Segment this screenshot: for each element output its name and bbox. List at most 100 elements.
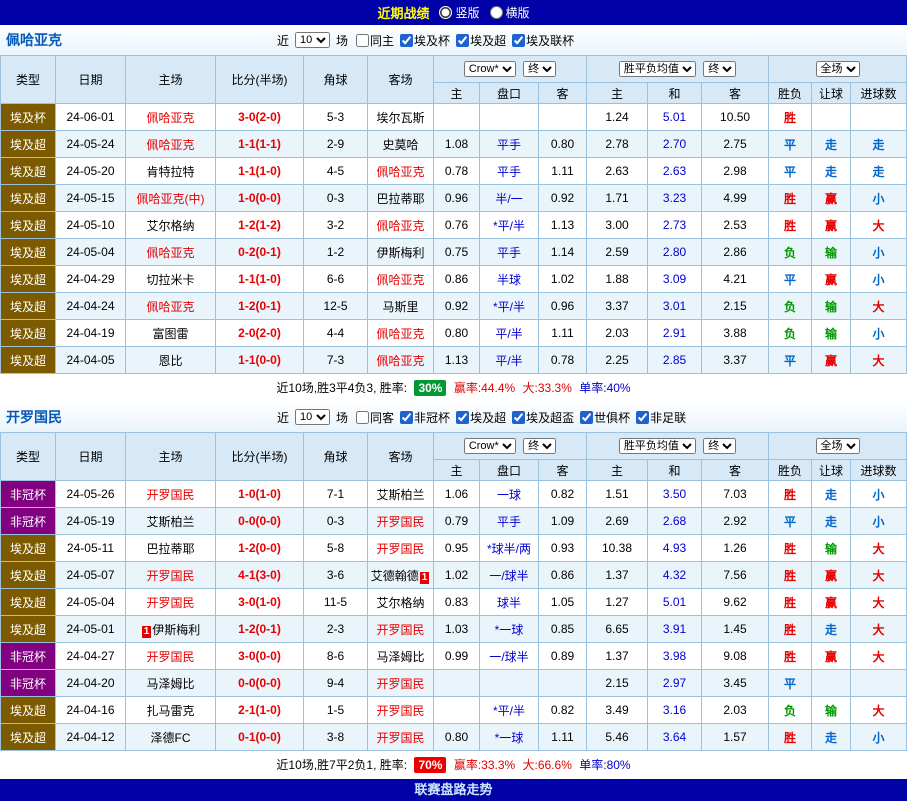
team-name[interactable]: 马斯里 bbox=[382, 300, 418, 314]
layout-option-horizontal[interactable]: 横版 bbox=[490, 4, 530, 21]
team-name[interactable]: 佩哈亚克 bbox=[146, 246, 194, 260]
scope-select[interactable]: 全场 bbox=[816, 438, 860, 454]
handicap: *球半/两 bbox=[480, 535, 539, 562]
team-name[interactable]: 富图雷 bbox=[152, 327, 188, 341]
filter-checkbox-非冠杯[interactable]: 非冠杯 bbox=[400, 409, 450, 426]
team-name[interactable]: 开罗国民 bbox=[376, 731, 424, 745]
checkbox-input[interactable] bbox=[512, 34, 525, 47]
team-name[interactable]: 艾斯柏兰 bbox=[146, 515, 194, 529]
odds-final-select[interactable]: 终 bbox=[523, 438, 556, 454]
team-name[interactable]: 史莫哈 bbox=[382, 138, 418, 152]
checkbox-input[interactable] bbox=[512, 411, 525, 424]
team-name[interactable]: 开罗国民 bbox=[376, 515, 424, 529]
bookmaker-select[interactable]: Crow* bbox=[464, 61, 516, 77]
result-outcome: 胜 bbox=[769, 562, 812, 589]
team-name[interactable]: 开罗国民 bbox=[146, 569, 194, 583]
recent-count-select[interactable]: 10 bbox=[295, 32, 330, 48]
team-name[interactable]: 泽德FC bbox=[151, 731, 191, 745]
handicap-outcome: 输 bbox=[812, 320, 851, 347]
team-name[interactable]: 伊斯梅利 bbox=[376, 246, 424, 260]
avg-away: 9.62 bbox=[702, 589, 769, 616]
team-name[interactable]: 佩哈亚克 bbox=[376, 354, 424, 368]
team-name[interactable]: 开罗国民 bbox=[376, 677, 424, 691]
avg-final-select[interactable]: 终 bbox=[703, 61, 736, 77]
checkbox-input[interactable] bbox=[580, 411, 593, 424]
team-name[interactable]: 佩哈亚克 bbox=[146, 300, 194, 314]
team-name[interactable]: 巴拉蒂耶 bbox=[376, 192, 424, 206]
avg-final-select[interactable]: 终 bbox=[703, 438, 736, 454]
sub-col-header: 进球数 bbox=[851, 460, 907, 481]
home-team: 开罗国民 bbox=[126, 589, 216, 616]
avg-select[interactable]: 胜平负均值 bbox=[619, 438, 696, 454]
odds-final-select[interactable]: 终 bbox=[523, 61, 556, 77]
match-date: 24-06-01 bbox=[56, 104, 126, 131]
avg-select[interactable]: 胜平负均值 bbox=[619, 61, 696, 77]
away-team: 佩哈亚克 bbox=[368, 266, 434, 293]
corner-score: 4-5 bbox=[304, 158, 368, 185]
team-name[interactable]: 开罗国民 bbox=[376, 704, 424, 718]
team-name[interactable]: 埃尔瓦斯 bbox=[376, 111, 424, 125]
team-name[interactable]: 马泽姆比 bbox=[376, 650, 424, 664]
recent-count-select[interactable]: 10 bbox=[295, 409, 330, 425]
team-name[interactable]: 开罗国民 bbox=[376, 623, 424, 637]
filter-checkbox-世俱杯[interactable]: 世俱杯 bbox=[580, 409, 630, 426]
checkbox-input[interactable] bbox=[356, 411, 369, 424]
checkbox-input[interactable] bbox=[356, 34, 369, 47]
team-name[interactable]: 艾德翰德 bbox=[371, 569, 419, 583]
team-name[interactable]: 佩哈亚克 bbox=[376, 327, 424, 341]
filter-checkbox-埃及超盃[interactable]: 埃及超盃 bbox=[512, 409, 574, 426]
team-name[interactable]: 开罗国民 bbox=[146, 650, 194, 664]
section-header-home-team: 佩哈亚克 近 10 场 同主埃及杯埃及超埃及联杯 bbox=[0, 25, 907, 55]
team-name[interactable]: 开罗国民 bbox=[146, 596, 194, 610]
team-name[interactable]: 艾尔格纳 bbox=[146, 219, 194, 233]
match-row: 埃及超24-05-011伊斯梅利1-2(0-1)2-3开罗国民1.03*一球0.… bbox=[1, 616, 907, 643]
home-odds: 0.78 bbox=[434, 158, 480, 185]
checkbox-input[interactable] bbox=[400, 411, 413, 424]
result-outcome: 胜 bbox=[769, 724, 812, 751]
checkbox-input[interactable] bbox=[400, 34, 413, 47]
match-type: 埃及超 bbox=[1, 697, 56, 724]
layout-option-vertical[interactable]: 竖版 bbox=[439, 4, 479, 21]
match-score: 2-0(2-0) bbox=[216, 320, 304, 347]
team-name[interactable]: 佩哈亚克 bbox=[376, 165, 424, 179]
home-team-title[interactable]: 佩哈亚克 bbox=[6, 30, 62, 50]
team-name[interactable]: 佩哈亚克 bbox=[146, 111, 194, 125]
team-name[interactable]: 恩比 bbox=[158, 354, 182, 368]
vertical-radio[interactable] bbox=[439, 6, 452, 19]
team-name[interactable]: 切拉米卡 bbox=[146, 273, 194, 287]
team-name[interactable]: 佩哈亚克 bbox=[376, 273, 424, 287]
filter-checkbox-埃及超[interactable]: 埃及超 bbox=[456, 32, 506, 49]
goals-outcome: 走 bbox=[851, 158, 907, 185]
bookmaker-select[interactable]: Crow* bbox=[464, 438, 516, 454]
team-name[interactable]: 开罗国民 bbox=[376, 542, 424, 556]
horizontal-radio[interactable] bbox=[490, 6, 503, 19]
team-name[interactable]: 佩哈亚克 bbox=[146, 138, 194, 152]
team-name[interactable]: 扎马雷克 bbox=[146, 704, 194, 718]
filter-checkbox-非足联[interactable]: 非足联 bbox=[636, 409, 686, 426]
team-name[interactable]: 巴拉蒂耶 bbox=[146, 542, 194, 556]
filter-checkbox-埃及联杯[interactable]: 埃及联杯 bbox=[512, 32, 574, 49]
checkbox-input[interactable] bbox=[456, 34, 469, 47]
result-outcome: 平 bbox=[769, 131, 812, 158]
team-name[interactable]: 艾斯柏兰 bbox=[376, 488, 424, 502]
filter-checkbox-埃及超[interactable]: 埃及超 bbox=[456, 409, 506, 426]
team-name[interactable]: 佩哈亚克(中) bbox=[137, 192, 205, 206]
filter-checkbox-同主[interactable]: 同主 bbox=[356, 32, 394, 49]
scope-select[interactable]: 全场 bbox=[816, 61, 860, 77]
team-name[interactable]: 佩哈亚克 bbox=[376, 219, 424, 233]
checkbox-input[interactable] bbox=[636, 411, 649, 424]
team-name[interactable]: 肯特拉特 bbox=[146, 165, 194, 179]
filter-checkbox-同客[interactable]: 同客 bbox=[356, 409, 394, 426]
checkbox-input[interactable] bbox=[456, 411, 469, 424]
away-team-title[interactable]: 开罗国民 bbox=[6, 407, 62, 427]
team-name[interactable]: 艾尔格纳 bbox=[376, 596, 424, 610]
col-away: 客场 bbox=[368, 56, 434, 104]
team-name[interactable]: 开罗国民 bbox=[146, 488, 194, 502]
filter-checkbox-埃及杯[interactable]: 埃及杯 bbox=[400, 32, 450, 49]
result-outcome: 平 bbox=[769, 158, 812, 185]
team-name[interactable]: 伊斯梅利 bbox=[152, 623, 200, 637]
team-name[interactable]: 马泽姆比 bbox=[146, 677, 194, 691]
handicap: *平/半 bbox=[480, 697, 539, 724]
match-date: 24-05-15 bbox=[56, 185, 126, 212]
match-row: 埃及超24-04-24佩哈亚克1-2(0-1)12-5马斯里0.92*平/半0.… bbox=[1, 293, 907, 320]
